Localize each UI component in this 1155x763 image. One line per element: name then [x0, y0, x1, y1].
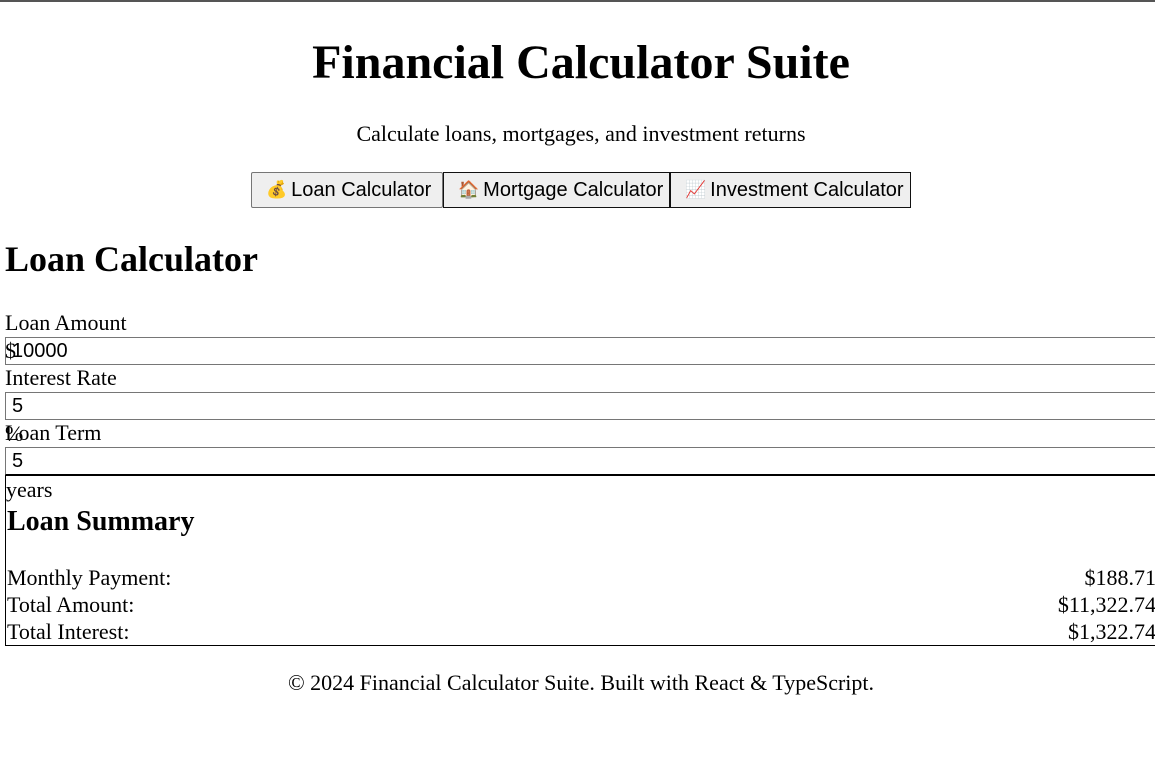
house-icon: 🏠	[458, 180, 480, 199]
summary-row-value: $188.71	[1084, 565, 1155, 590]
loan-term-field	[5, 447, 1155, 475]
tab-investment-calculator[interactable]: 📈 Investment Calculator	[670, 172, 911, 208]
chart-increasing-icon: 📈	[685, 180, 707, 199]
summary-row-value: $1,322.74	[1068, 619, 1155, 644]
years-suffix: years	[6, 477, 53, 502]
app-subtitle: Calculate loans, mortgages, and investme…	[356, 121, 806, 146]
summary-row-monthly-payment: Monthly Payment: $188.71	[7, 564, 1155, 591]
summary-row-total-interest: Total Interest: $1,322.74	[7, 618, 1155, 645]
tab-loan-calculator[interactable]: 💰 Loan Calculator	[251, 172, 443, 208]
money-bag-icon: 💰	[266, 180, 288, 199]
loan-amount-field	[5, 337, 1155, 365]
interest-rate-field	[5, 392, 1155, 420]
loan-term-input[interactable]	[12, 450, 1152, 472]
footer: © 2024 Financial Calculator Suite. Built…	[287, 670, 875, 695]
summary-title: Loan Summary	[7, 506, 195, 537]
section-title: Loan Calculator	[5, 239, 259, 279]
summary-row-label: Monthly Payment:	[7, 565, 172, 590]
loan-summary: years Loan Summary Monthly Payment: $188…	[5, 475, 1155, 646]
interest-rate-input[interactable]	[12, 395, 1152, 417]
calculator-tab-bar: 💰 Loan Calculator 🏠 Mortgage Calculator …	[251, 172, 911, 208]
tab-label: Mortgage Calculator	[483, 178, 664, 201]
summary-row-label: Total Interest:	[7, 619, 130, 644]
tab-mortgage-calculator[interactable]: 🏠 Mortgage Calculator	[443, 172, 670, 208]
loan-amount-input[interactable]	[12, 340, 1152, 362]
window-top-border	[0, 0, 1155, 2]
loan-amount-label: Loan Amount	[5, 310, 127, 335]
summary-row-total-amount: Total Amount: $11,322.74	[7, 591, 1155, 618]
interest-rate-label: Interest Rate	[5, 365, 117, 390]
tab-label: Loan Calculator	[291, 178, 432, 201]
tab-label: Investment Calculator	[710, 178, 904, 201]
loan-term-label: Loan Term	[5, 420, 102, 445]
currency-prefix: $	[5, 338, 16, 363]
summary-row-value: $11,322.74	[1057, 592, 1155, 617]
page: Financial Calculator Suite Calculate loa…	[0, 0, 1155, 763]
app-title: Financial Calculator Suite	[312, 36, 850, 89]
summary-row-label: Total Amount:	[7, 592, 135, 617]
